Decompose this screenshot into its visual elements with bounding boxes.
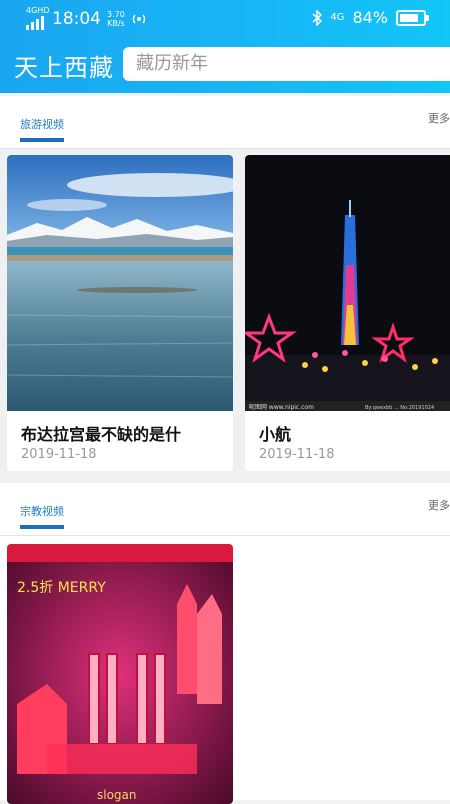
- status-time: 18:04: [52, 9, 101, 29]
- signal-type: 4G: [330, 12, 345, 23]
- status-bar: 4GHD 18:04 3.70 KB/s 4G 84%: [0, 0, 450, 36]
- video-card[interactable]: 布达拉宫最不缺的是什 2019-11-18: [7, 155, 233, 471]
- speed-unit: KB/s: [107, 19, 125, 28]
- section-header: 旅游视频 更多: [0, 96, 450, 149]
- lake-mountain-image: [7, 155, 233, 411]
- bluetooth-icon: [312, 9, 323, 26]
- tab-religion-videos[interactable]: 宗教视频: [20, 503, 64, 519]
- poster-text: 2.5折 MERRY: [17, 580, 106, 596]
- signal-icon: [26, 14, 46, 30]
- video-card[interactable]: 2.5折 MERRY slogan: [7, 544, 233, 804]
- video-date: 2019-11-18: [21, 447, 97, 462]
- video-title: 布达拉宫最不缺的是什: [21, 425, 182, 444]
- search-input[interactable]: 藏历新年: [123, 47, 450, 81]
- network-speed: 3.70 KB/s: [107, 10, 125, 28]
- section-travel-videos: 旅游视频 更多 布达拉宫最不缺的是什 2019-11-18 昵图网 www.ni…: [0, 96, 450, 480]
- more-link[interactable]: 更多: [428, 497, 450, 513]
- tab-travel-videos[interactable]: 旅游视频: [20, 116, 64, 132]
- video-title: 小航: [259, 425, 292, 444]
- tab-underline: [20, 138, 64, 142]
- speed-value: 3.70: [107, 10, 125, 19]
- video-thumbnail: 2.5折 MERRY slogan: [7, 544, 233, 804]
- hotspot-icon: [132, 14, 145, 24]
- more-link[interactable]: 更多: [428, 110, 450, 126]
- app-header: 4GHD 18:04 3.70 KB/s 4G 84% 天上西藏 藏历新年: [0, 0, 450, 93]
- watermark-left: 昵图网 www.nipic.com: [249, 404, 314, 411]
- festival-poster-image: 2.5折 MERRY slogan: [7, 544, 233, 804]
- watermark-right: By:qwexbb ... No:20191024: [365, 405, 434, 411]
- video-thumbnail: [7, 155, 233, 411]
- section-religion-videos: 宗教视频 更多 2.5折 MERRY slogan: [0, 483, 450, 804]
- battery-icon: [396, 9, 429, 26]
- tab-underline: [20, 525, 64, 529]
- tower-night-image: 昵图网 www.nipic.com By:qwexbb ... No:20191…: [245, 155, 450, 411]
- video-thumbnail: 昵图网 www.nipic.com By:qwexbb ... No:20191…: [245, 155, 450, 411]
- video-card[interactable]: 昵图网 www.nipic.com By:qwexbb ... No:20191…: [245, 155, 450, 471]
- video-date: 2019-11-18: [259, 447, 335, 462]
- section-header: 宗教视频 更多: [0, 483, 450, 536]
- app-title: 天上西藏: [14, 54, 114, 82]
- battery-percent: 84%: [352, 8, 388, 27]
